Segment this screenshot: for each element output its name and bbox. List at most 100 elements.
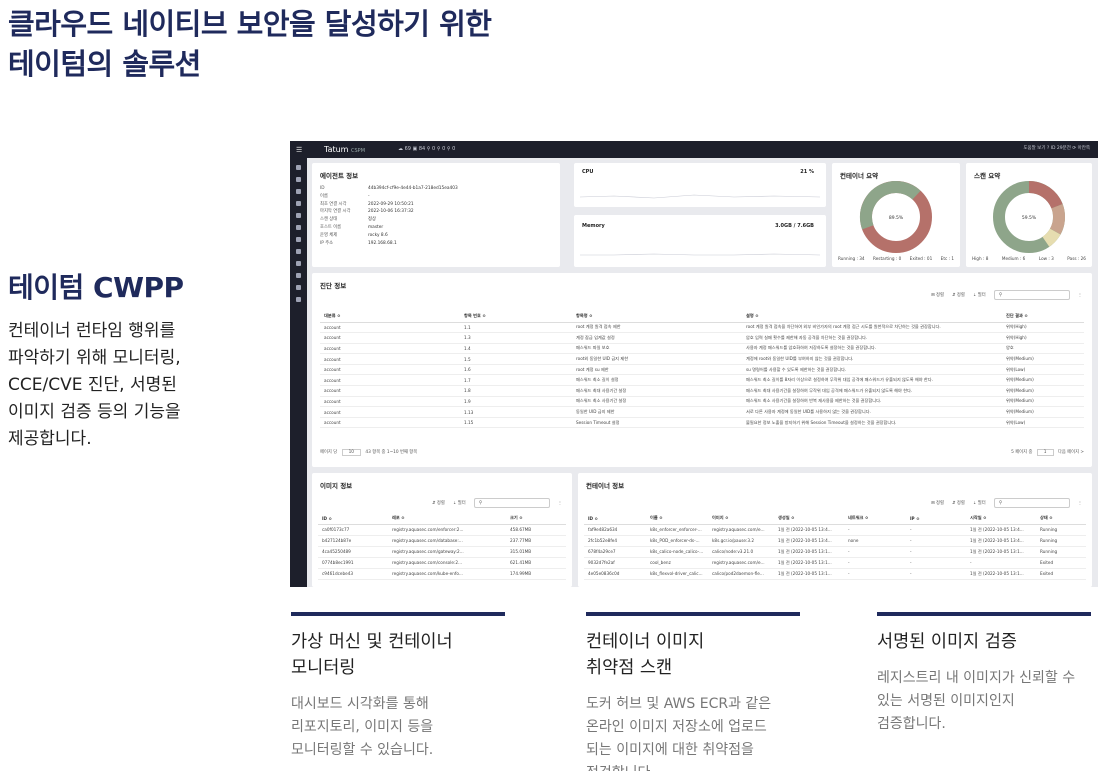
table-cell: calico/pod2daemon-fle... bbox=[708, 568, 774, 580]
table-cell: account bbox=[320, 353, 460, 365]
more-icon[interactable]: ⋮ bbox=[1078, 293, 1082, 298]
search-input[interactable]: ⚲ bbox=[473, 498, 550, 508]
column-header[interactable]: IP ≎ bbox=[906, 513, 966, 525]
feature-desc-line: 점검합니다. bbox=[586, 762, 800, 771]
table-cell: - bbox=[966, 557, 1036, 569]
table-row[interactable]: ca0f0173c77 registry.aquasec.com/enforcer… bbox=[318, 524, 566, 536]
column-header[interactable]: 상태 ≎ bbox=[1036, 513, 1086, 525]
table-row[interactable]: account 1.15 Session Timeout 설정 불필요한 정보 노출을… bbox=[320, 417, 1084, 429]
table-row[interactable]: 9032d7fe2af cool_benz registry.aquasec.com… bbox=[584, 557, 1086, 569]
table-row[interactable]: c9461dcebe43 registry.aquasec.com/kube-en… bbox=[318, 568, 566, 580]
product-title: 테이텀 CWPP bbox=[8, 271, 184, 304]
column-header[interactable]: 시작일 ≎ bbox=[966, 513, 1036, 525]
column-header[interactable]: 이미지 ≎ bbox=[708, 513, 774, 525]
nav-icon[interactable] bbox=[296, 225, 301, 230]
topbar-right[interactable]: 도움말 보기 ? ID 29분전 ⟳ 아칸쪽 bbox=[1023, 145, 1090, 151]
search-input[interactable]: ⚲ bbox=[993, 290, 1070, 300]
headline-line-2: 테이텀의 솔루션 bbox=[8, 47, 201, 81]
table-row[interactable]: 2fc1b52e8fe4 k8s_POD_enforcer-ds-... k8s.g… bbox=[584, 535, 1086, 547]
app-logo[interactable]: Tatum CSPM bbox=[324, 145, 365, 154]
feature-description: 도커 허브 및 AWS ECR과 같은 온라인 이미지 저장소에 업로드 되는 … bbox=[586, 693, 800, 771]
nav-icon[interactable] bbox=[296, 261, 301, 266]
column-header[interactable]: 항목명 ≎ bbox=[572, 311, 742, 323]
filter-button[interactable]: ⇣ 필터 bbox=[973, 292, 986, 298]
nav-icon[interactable] bbox=[296, 237, 301, 242]
more-icon[interactable]: ⋮ bbox=[558, 501, 562, 506]
nav-icon[interactable] bbox=[296, 297, 301, 302]
filter-button[interactable]: ⇣ 필터 bbox=[453, 500, 466, 506]
table-cell: 458.67MB bbox=[506, 524, 566, 536]
column-header[interactable]: 대분류 ≎ bbox=[320, 311, 460, 323]
table-row[interactable]: account 1.3 계정 잠금 임계값 설정 암호 입력 실패 횟수를 제한해 자… bbox=[320, 332, 1084, 344]
table-cell: calico/node:v3.21.0 bbox=[708, 546, 774, 558]
column-header[interactable]: 항목 번호 ≎ bbox=[460, 311, 572, 323]
table-cell: 위약(Medium) bbox=[1002, 406, 1084, 418]
nav-icon[interactable] bbox=[296, 285, 301, 290]
table-cell: account bbox=[320, 364, 460, 376]
column-header[interactable]: 설명 ≎ bbox=[742, 311, 1002, 323]
sort-button[interactable]: ⇵ 정렬 bbox=[952, 500, 965, 506]
table-row[interactable]: account 1.6 root 계정 su 제한 su 명령어를 사용할 수 있도록… bbox=[320, 364, 1084, 376]
diagnosis-table: 대분류 ≎ 항목 번호 ≎ 항목명 ≎ 설명 ≎ 진단 결과 ≎ account… bbox=[320, 311, 1084, 429]
table-row[interactable]: 4e05e0836c0d k8s_flexvol-driver_calic... c… bbox=[584, 568, 1086, 580]
kv-value: master bbox=[368, 224, 384, 230]
table-row[interactable]: 4ca45250489 registry.aquasec.com/gateway:… bbox=[318, 546, 566, 558]
card-title: 에이전트 정보 bbox=[320, 172, 359, 180]
table-row[interactable]: 678f4a29ce7 k8s_calico-node_calico-... cal… bbox=[584, 546, 1086, 558]
nav-icon[interactable] bbox=[296, 165, 301, 170]
next-page-button[interactable]: 다음 페이지 > bbox=[1058, 450, 1084, 455]
nav-icon[interactable] bbox=[296, 177, 301, 182]
table-cell: registry.aquasec.com/kube-enfo... bbox=[388, 568, 506, 580]
table-row[interactable]: b427124b87e registry.aquasec.com/database… bbox=[318, 535, 566, 547]
table-cell: 패스워드 최소 사용기간을 설정하여 반복 재사용을 제한하는 것을 권장합니다… bbox=[742, 396, 1002, 408]
headline-line-1: 클라우드 네이티브 보안을 달성하기 위한 bbox=[8, 7, 492, 41]
more-icon[interactable]: ⋮ bbox=[1078, 501, 1082, 506]
table-row[interactable]: 0774b8ec1991 registry.aquasec.com/console… bbox=[318, 557, 566, 569]
table-cell: 1일 전 (2022-10-05 13:4... bbox=[774, 524, 844, 536]
table-row[interactable]: account 1.1 root 계정 원격 접속 제한 root 계정 원격 접속을… bbox=[320, 322, 1084, 334]
nav-icon[interactable] bbox=[296, 249, 301, 254]
column-header[interactable]: 크기 ≎ bbox=[506, 513, 566, 525]
column-header[interactable]: ID ≎ bbox=[318, 513, 388, 525]
nav-icon[interactable] bbox=[296, 189, 301, 194]
agent-kv-list: ID 44b394cf-cf9e-4e44-b1a7-218ed15ea403 이름… bbox=[320, 185, 552, 247]
desc-line: 컨테이너 런타임 행위를 bbox=[8, 321, 176, 341]
range-text: 43 항목 중 1~10 번째 항목 bbox=[365, 450, 418, 455]
filter-button[interactable]: ⇣ 필터 bbox=[973, 500, 986, 506]
page-select[interactable]: 1 bbox=[1036, 449, 1054, 456]
table-row[interactable]: account 1.5 root외 동일한 UID 금지 제한 계정에 root와 동… bbox=[320, 353, 1084, 365]
column-header[interactable]: 이름 ≎ bbox=[646, 513, 708, 525]
agent-info-card: 에이전트 정보 ID 44b394cf-cf9e-4e44-b1a7-218ed1… bbox=[312, 163, 560, 267]
nav-icon[interactable] bbox=[296, 213, 301, 218]
grid-toggle-button[interactable]: ⊞ 정렬 bbox=[931, 500, 944, 506]
menu-icon[interactable]: ☰ bbox=[296, 146, 302, 154]
column-header[interactable]: ID ≎ bbox=[584, 513, 646, 525]
page-size-select[interactable]: 10 bbox=[341, 449, 362, 456]
feature-title-line: 서명된 이미지 검증 bbox=[877, 632, 1017, 652]
column-header[interactable]: 레포 ≎ bbox=[388, 513, 506, 525]
table-row[interactable]: faf9e482a634 k8s_enforcer_enforcer-... reg… bbox=[584, 524, 1086, 536]
table-row[interactable]: account 1.9 패스워드 최소 사용기간 설정 패스워드 최소 사용기간을 설… bbox=[320, 396, 1084, 408]
nav-icon[interactable] bbox=[296, 273, 301, 278]
sort-button[interactable]: ⇵ 정렬 bbox=[432, 500, 445, 506]
table-row[interactable]: account 1.4 패스워드 파일 보호 사용자 계정 패스워드를 암호화하여 저… bbox=[320, 343, 1084, 355]
feature-title: 가상 머신 및 컨테이너 모니터링 bbox=[291, 629, 505, 681]
sort-button[interactable]: ⇵ 정렬 bbox=[952, 292, 965, 298]
legend-item: Pass : 26 bbox=[1067, 256, 1086, 261]
table-cell: 1.13 bbox=[460, 406, 572, 418]
nav-icon[interactable] bbox=[296, 201, 301, 206]
grid-toggle-button[interactable]: ⊞ 정렬 bbox=[931, 292, 944, 298]
table-row[interactable]: account 1.13 동일한 UID 금지 제한 서로 다른 사용자 계정에 동일… bbox=[320, 406, 1084, 418]
feature-desc-line: 레지스트리 내 이미지가 신뢰할 수 bbox=[877, 670, 1076, 686]
table-cell: k8s_enforcer_enforcer-... bbox=[646, 524, 708, 536]
feature-bar bbox=[877, 612, 1091, 616]
feature-monitoring: 가상 머신 및 컨테이너 모니터링 대시보드 시각화를 통해 리포지토리, 이미… bbox=[291, 612, 505, 762]
column-header[interactable]: 진단 결과 ≎ bbox=[1002, 311, 1084, 323]
search-input[interactable]: ⚲ bbox=[993, 498, 1070, 508]
table-row[interactable]: account 1.8 패스워드 최대 사용기간 설정 패스워드 최대 사용기간을 설… bbox=[320, 385, 1084, 397]
table-cell: - bbox=[844, 557, 906, 569]
feature-image-scan: 컨테이너 이미지 취약점 스캔 도커 허브 및 AWS ECR과 같은 온라인 … bbox=[586, 612, 800, 771]
column-header[interactable]: 네트워크 ≎ bbox=[844, 513, 906, 525]
table-row[interactable]: account 1.7 패스워드 최소 길이 설정 패스워드 최소 길이를 8자리 이… bbox=[320, 374, 1084, 387]
column-header[interactable]: 생성일 ≎ bbox=[774, 513, 844, 525]
